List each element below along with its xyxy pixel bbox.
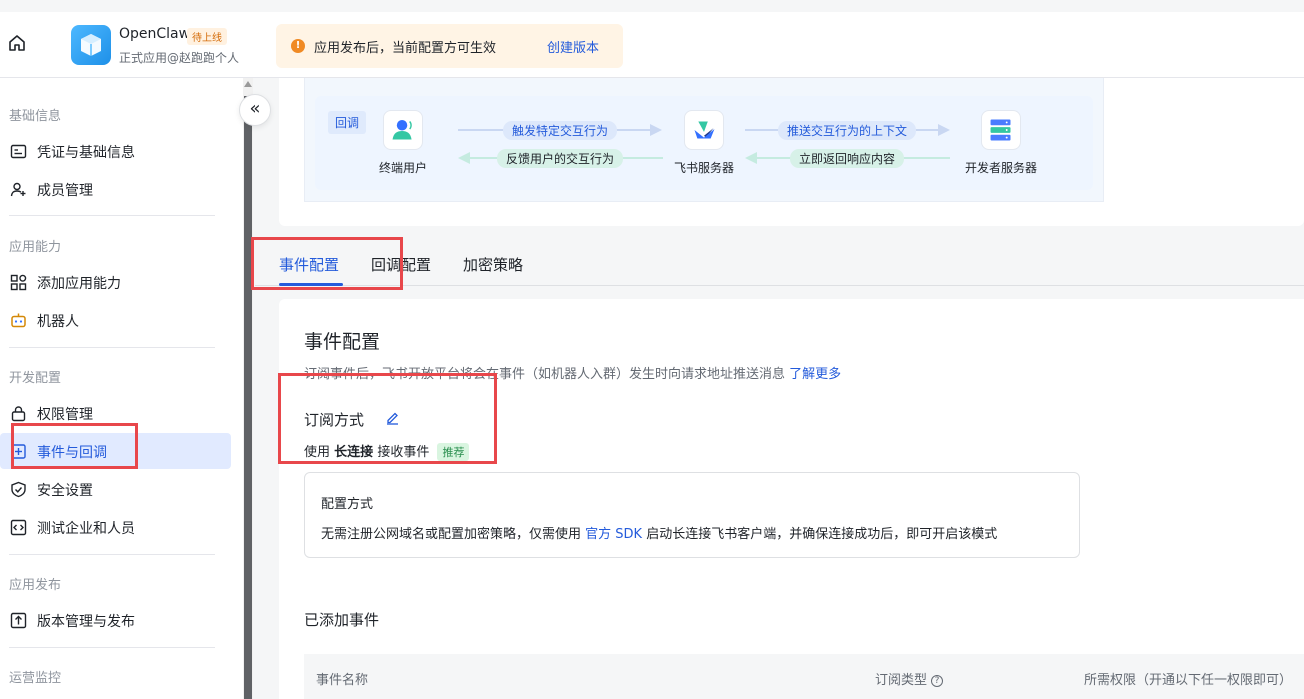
arrow-right-icon <box>650 124 662 136</box>
feishu-server-icon <box>684 110 724 150</box>
section-title-release: 应用发布 <box>9 578 62 593</box>
publish-notice: ! 应用发布后，当前配置方可生效 创建版本 <box>276 24 623 68</box>
app-subtitle: 正式应用@赵跑跑个人 <box>119 51 240 65</box>
sidebar-item-label: 成员管理 <box>37 183 93 199</box>
arrow-left-icon <box>458 152 470 164</box>
app-name: OpenClaw <box>119 26 191 42</box>
highlight-box <box>11 423 138 469</box>
sidebar-item-label: 测试企业和人员 <box>37 521 135 537</box>
arrow-right-icon <box>938 124 950 136</box>
app-logo <box>71 25 111 65</box>
create-version-link[interactable]: 创建版本 <box>547 37 599 56</box>
apps-grid-icon <box>10 274 27 291</box>
sidebar: 基础信息 凭证与基础信息 成员管理 应用能力 添加应用能力 机器人 开发配置 权… <box>0 78 243 699</box>
robot-icon <box>11 313 26 328</box>
node-label-end-user: 终端用户 <box>379 161 428 175</box>
config-tabs: 事件配置 回调配置 加密策略 <box>255 226 1304 286</box>
section-title-capabilities: 应用能力 <box>9 240 62 255</box>
sidebar-item-add-capability[interactable]: 添加应用能力 <box>0 264 231 300</box>
sidebar-item-label: 版本管理与发布 <box>37 614 135 630</box>
arrow-label: 推送交互行为的上下文 <box>778 121 917 140</box>
sidebar-item-security[interactable]: 安全设置 <box>0 471 231 507</box>
events-table-header: 事件名称 订阅类型? 所需权限（开通以下任一权限即可） <box>304 654 1304 699</box>
sidebar-item-members[interactable]: 成员管理 <box>0 171 231 207</box>
warning-icon: ! <box>291 39 305 53</box>
home-icon[interactable] <box>6 32 28 54</box>
column-required-permissions: 所需权限（开通以下任一权限即可） <box>1084 673 1293 688</box>
highlight-box <box>251 237 403 290</box>
arrow-label: 立即返回响应内容 <box>790 149 905 168</box>
divider <box>9 554 215 555</box>
sidebar-item-label: 凭证与基础信息 <box>37 145 135 161</box>
sidebar-item-versions[interactable]: 版本管理与发布 <box>0 602 231 638</box>
arrow-label: 触发特定交互行为 <box>503 121 618 140</box>
sidebar-item-test-enterprise[interactable]: 测试企业和人员 <box>0 509 231 545</box>
added-events-title: 已添加事件 <box>304 611 380 629</box>
notice-text: 应用发布后，当前配置方可生效 <box>314 41 497 56</box>
config-desc-prefix: 无需注册公网域名或配置加密策略，仅需使用 <box>321 527 582 542</box>
sidebar-item-robot[interactable]: 机器人 <box>0 302 231 338</box>
sidebar-item-label: 权限管理 <box>37 407 93 423</box>
node-label-developer-server: 开发者服务器 <box>965 161 1038 175</box>
divider <box>9 347 215 348</box>
scroll-thumb[interactable] <box>244 96 252 699</box>
column-event-name: 事件名称 <box>316 673 369 688</box>
sidebar-item-credentials[interactable]: 凭证与基础信息 <box>0 133 231 169</box>
node-label-feishu-server: 飞书服务器 <box>674 161 735 175</box>
callback-tag: 回调 <box>328 111 367 134</box>
shield-icon <box>11 481 26 498</box>
section-title: 事件配置 <box>304 331 381 353</box>
config-method-box: 配置方式 无需注册公网域名或配置加密策略，仅需使用 官方 SDK 启动长连接飞书… <box>304 472 1080 558</box>
code-icon <box>10 519 27 536</box>
divider <box>9 647 215 648</box>
section-title-basic: 基础信息 <box>9 109 62 124</box>
collapse-sidebar-button[interactable]: « <box>239 94 271 126</box>
member-add-icon <box>10 182 26 197</box>
official-sdk-link[interactable]: 官方 SDK <box>585 527 642 542</box>
tab-encryption[interactable]: 加密策略 <box>463 254 523 275</box>
arrow-label: 反馈用户的交互行为 <box>497 149 624 168</box>
help-icon[interactable]: ? <box>931 675 944 687</box>
column-subscribe-type: 订阅类型? <box>875 669 944 688</box>
config-method-title: 配置方式 <box>321 497 374 512</box>
config-desc-suffix: 启动长连接飞书客户端，并确保连接成功后，即可开启该模式 <box>646 527 998 542</box>
upload-icon <box>10 612 27 629</box>
divider <box>9 215 215 216</box>
sidebar-item-label: 机器人 <box>37 314 79 330</box>
developer-server-icon <box>981 110 1021 150</box>
top-header: OpenClaw 待上线 正式应用@赵跑跑个人 ! 应用发布后，当前配置方可生效… <box>0 0 1304 78</box>
app-status-badge: 待上线 <box>187 28 227 45</box>
learn-more-link[interactable]: 了解更多 <box>789 367 841 382</box>
scroll-up-arrow-icon[interactable] <box>244 81 252 87</box>
section-title-monitor: 运营监控 <box>9 671 62 686</box>
section-title-dev: 开发配置 <box>9 371 62 386</box>
arrow-left-icon <box>745 152 757 164</box>
sidebar-item-label: 安全设置 <box>37 483 93 499</box>
sidebar-scrollbar[interactable] <box>243 78 253 699</box>
lock-icon <box>11 406 26 422</box>
highlight-box <box>278 373 497 464</box>
config-method-desc: 无需注册公网域名或配置加密策略，仅需使用 官方 SDK 启动长连接飞书客户端，并… <box>321 523 997 542</box>
sidebar-item-label: 添加应用能力 <box>37 276 121 292</box>
end-user-icon <box>383 110 423 150</box>
credential-icon <box>10 144 27 159</box>
